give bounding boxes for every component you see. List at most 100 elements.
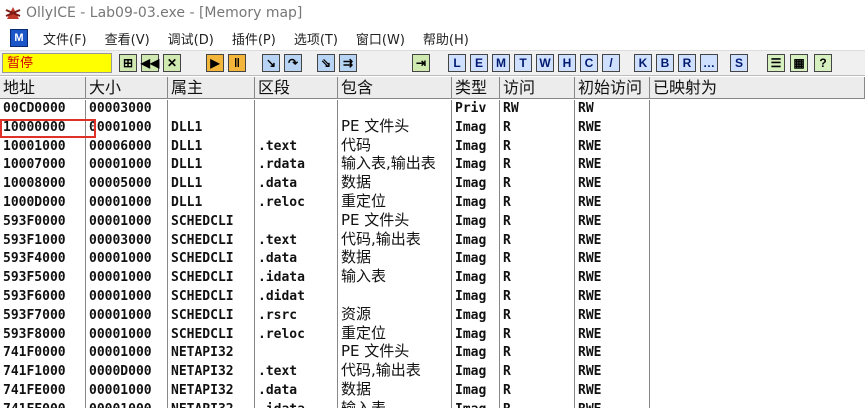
table-row[interactable]: 593F6000 00001000 SCHEDCLI .didat Imag R RWE (0, 288, 865, 307)
debugger-status: 暂停 (2, 53, 112, 73)
cell-mapped (650, 232, 865, 251)
column-header-size[interactable]: 大小 (86, 77, 168, 98)
table-row[interactable]: 593F1000 00003000 SCHEDCLI .text 代码,输出表 Imag R… (0, 231, 865, 251)
cell-size: 0000D000 (89, 364, 152, 380)
cell-type: Imag (455, 194, 487, 210)
cell-size: 00001000 (89, 119, 152, 135)
cell-contains (338, 100, 452, 119)
menu-plugins[interactable]: 插件(P) (223, 29, 285, 48)
cell-owner: SCHEDCLI (171, 307, 234, 323)
cell-initial: RWE (578, 288, 602, 304)
cell-mapped (650, 326, 865, 345)
column-header-initial[interactable]: 初始访问 (575, 77, 650, 98)
cell-section: .data (258, 176, 298, 192)
cell-mapped (650, 250, 865, 269)
column-header-contains[interactable]: 包含 (338, 77, 452, 98)
table-row[interactable]: 741F0000 00001000 NETAPI32 PE 文件头 Imag R RWE (0, 344, 865, 363)
run-icon[interactable]: ▶ (206, 54, 224, 72)
cell-type: Imag (455, 326, 487, 342)
cell-contains: 输入表 (341, 267, 387, 286)
trace-over-icon[interactable]: ⇉ (339, 54, 357, 72)
column-header-section[interactable]: 区段 (255, 77, 338, 98)
title-bar: OllyICE - Lab09-03.exe - [Memory map] (0, 0, 865, 26)
close-icon[interactable]: ✕ (163, 54, 181, 72)
cell-section: .rsrc (258, 307, 298, 323)
menu-help[interactable]: 帮助(H) (414, 29, 478, 48)
patches-icon[interactable]: / (602, 54, 620, 72)
menu-file[interactable]: 文件(F) (34, 29, 96, 48)
cell-initial: RWE (578, 194, 602, 210)
cell-address: 10001000 (3, 138, 66, 154)
column-header-access[interactable]: 访问 (500, 77, 575, 98)
call-stack-icon[interactable]: K (634, 54, 652, 72)
table-row[interactable]: 593F4000 00001000 SCHEDCLI .data 数据 Imag R RWE (0, 250, 865, 269)
open-file-icon[interactable]: ⊞ (119, 54, 137, 72)
cell-type: Imag (455, 364, 487, 380)
cell-initial: RWE (578, 157, 602, 173)
table-row[interactable]: 741FE000 00001000 NETAPI32 .data 数据 Imag R RWE (0, 382, 865, 401)
table-row[interactable]: 593F8000 00001000 SCHEDCLI .reloc 重定位 Imag R RW… (0, 325, 865, 345)
breakpoints-icon[interactable]: B (656, 54, 674, 72)
cell-section: .text (258, 364, 298, 380)
cell-size: 00001000 (89, 382, 152, 398)
cell-owner: SCHEDCLI (171, 251, 234, 267)
cell-section (255, 100, 338, 119)
grid-icon[interactable]: ▦ (790, 54, 808, 72)
column-header-address[interactable]: 地址 (0, 77, 86, 98)
pause-icon[interactable]: ‖ (228, 54, 246, 72)
handles-icon[interactable]: H (558, 54, 576, 72)
cell-address: 10008000 (3, 176, 66, 192)
cell-mapped (650, 213, 865, 232)
cell-type: Imag (455, 232, 487, 248)
cell-section (255, 119, 338, 138)
cell-access: R (503, 119, 511, 135)
cell-address: 593F7000 (3, 307, 66, 323)
column-header-owner[interactable]: 属主 (168, 77, 255, 98)
cell-size: 00001000 (89, 213, 152, 229)
restart-icon[interactable]: ◀◀ (141, 54, 159, 72)
table-row[interactable]: 593F0000 00001000 SCHEDCLI PE 文件头 Imag R RWE (0, 212, 865, 232)
menu-options[interactable]: 选项(T) (285, 29, 347, 48)
table-row[interactable]: 00CD0000 00003000 Priv RW RW (0, 100, 865, 119)
column-header-mapped[interactable]: 已映射为 (650, 77, 865, 98)
step-into-icon[interactable]: ↘ (262, 54, 280, 72)
mdi-window-icon[interactable]: M (10, 29, 28, 47)
threads-icon[interactable]: T (514, 54, 532, 72)
memory-map-icon[interactable]: M (492, 54, 510, 72)
table-row[interactable]: 741FF00000001000NETAPI32.idata输入表 ImagRRW… (0, 400, 865, 408)
cpu-icon[interactable]: C (580, 54, 598, 72)
menu-view[interactable]: 查看(V) (96, 29, 159, 48)
cell-owner: NETAPI32 (171, 364, 234, 380)
cell-address: 741F1000 (3, 364, 66, 380)
menu-debug[interactable]: 调试(D) (159, 29, 223, 48)
cell-owner: SCHEDCLI (171, 213, 234, 229)
run-trace-icon[interactable]: … (700, 54, 718, 72)
cell-address: 593F1000 (3, 232, 66, 248)
references-icon[interactable]: R (678, 54, 696, 72)
cell-mapped (650, 156, 865, 175)
table-row[interactable]: 741F1000 0000D000 NETAPI32 .text 代码,输出表 Imag R… (0, 363, 865, 382)
column-header-type[interactable]: 类型 (452, 77, 500, 98)
cell-initial: RWE (578, 382, 602, 398)
cell-access: R (503, 251, 511, 267)
menu-window[interactable]: 窗口(W) (347, 29, 414, 48)
step-over-icon[interactable]: ↷ (284, 54, 302, 72)
table-row[interactable]: 10000000 00001000 DLL1 PE 文件头 Imag R RWE (0, 118, 865, 138)
cell-mapped (650, 175, 865, 194)
table-row[interactable]: 593F7000 00001000 SCHEDCLI .rsrc 资源 Imag R RWE (0, 306, 865, 326)
windows-icon[interactable]: W (536, 54, 554, 72)
list-icon[interactable]: ☰ (767, 54, 785, 72)
cell-address: 741FE000 (3, 382, 66, 398)
log-window-icon[interactable]: L (448, 54, 466, 72)
help-icon[interactable]: ? (814, 54, 832, 72)
cell-owner (168, 100, 255, 119)
source-icon[interactable]: S (730, 54, 748, 72)
table-row[interactable]: 1000D000 00001000 DLL1 .reloc 重定位 Imag R RWE (0, 194, 865, 213)
execute-till-return-icon[interactable]: ⇥ (412, 54, 430, 72)
cell-mapped (650, 288, 865, 307)
executable-modules-icon[interactable]: E (470, 54, 488, 72)
trace-into-icon[interactable]: ⇘ (317, 54, 335, 72)
table-row[interactable]: 10008000 00005000 DLL1 .data 数据 Imag R RWE (0, 175, 865, 194)
table-row[interactable]: 10007000 00001000 DLL1 .rdata 输入表,输出表 Imag R RW… (0, 156, 865, 175)
table-row[interactable]: 593F5000 00001000 SCHEDCLI .idata 输入表 Imag R RW… (0, 269, 865, 288)
